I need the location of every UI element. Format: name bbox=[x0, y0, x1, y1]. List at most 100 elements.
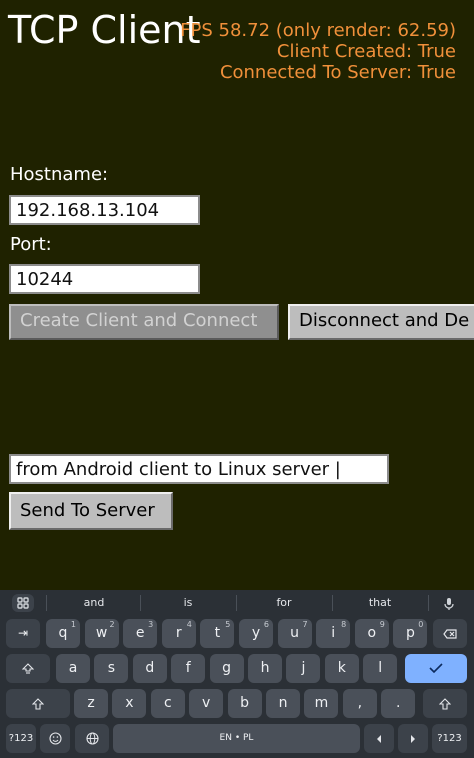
space-bar[interactable]: EN • PL bbox=[113, 724, 360, 753]
key-k[interactable]: k bbox=[324, 654, 359, 683]
suggestion-1[interactable]: and bbox=[48, 593, 140, 613]
key-b[interactable]: b bbox=[227, 689, 262, 718]
hostname-label: Hostname: bbox=[10, 164, 109, 185]
key-p-hint: 0 bbox=[418, 620, 424, 629]
key-o-label: o bbox=[367, 625, 377, 641]
key-u-label: u bbox=[290, 625, 300, 641]
key-p-label: p bbox=[405, 625, 415, 641]
key-t-hint: 5 bbox=[225, 620, 231, 629]
globe-icon[interactable] bbox=[75, 724, 109, 753]
key-j[interactable]: j bbox=[286, 654, 321, 683]
key-l-label: l bbox=[378, 660, 383, 676]
key-k-label: k bbox=[337, 660, 346, 676]
key-j-label: j bbox=[301, 660, 306, 676]
key-z[interactable]: z bbox=[74, 689, 108, 718]
key-g[interactable]: g bbox=[209, 654, 244, 683]
key-i[interactable]: i8 bbox=[316, 619, 351, 648]
key-comma[interactable]: , bbox=[342, 689, 377, 718]
key-comma-label: , bbox=[357, 695, 363, 711]
key-t[interactable]: t5 bbox=[200, 619, 235, 648]
key-c[interactable]: c bbox=[150, 689, 185, 718]
key-r[interactable]: r4 bbox=[161, 619, 196, 648]
key-d-label: d bbox=[145, 660, 155, 676]
create-client-button[interactable]: Create Client and Connect bbox=[9, 304, 279, 340]
emoji-key[interactable] bbox=[40, 724, 70, 753]
keyboard-row-2: asdfghjkl bbox=[0, 654, 474, 683]
key-y-label: y bbox=[251, 625, 261, 641]
key-r-hint: 4 bbox=[186, 620, 192, 629]
key-s-label: s bbox=[107, 660, 116, 676]
hostname-input[interactable]: 192.168.13.104 bbox=[9, 195, 200, 225]
key-a-label: a bbox=[68, 660, 78, 676]
key-f[interactable]: f bbox=[171, 654, 206, 683]
cursor-left-key[interactable] bbox=[364, 724, 394, 753]
key-w-hint: 2 bbox=[109, 620, 115, 629]
key-q-hint: 1 bbox=[70, 620, 76, 629]
enter-key[interactable] bbox=[405, 654, 467, 683]
symbols-key[interactable]: ?123 bbox=[6, 724, 36, 753]
shift-key-right[interactable] bbox=[423, 689, 467, 718]
key-p[interactable]: p0 bbox=[393, 619, 428, 648]
key-l[interactable]: l bbox=[363, 654, 398, 683]
key-h[interactable]: h bbox=[248, 654, 282, 683]
shift-key-left[interactable] bbox=[6, 689, 70, 718]
suggestion-3[interactable]: for bbox=[238, 593, 330, 613]
key-q[interactable]: q1 bbox=[46, 619, 80, 648]
keyboard-row-3: z x c v b n m,. bbox=[0, 689, 474, 718]
key-t-label: t bbox=[214, 625, 221, 641]
app-canvas: TCP Client FPS 58.72 (only render: 62.59… bbox=[0, 0, 474, 590]
key-n-label: n bbox=[278, 695, 288, 711]
port-input[interactable]: 10244 bbox=[9, 264, 200, 294]
key-x-label: x bbox=[125, 695, 134, 711]
microphone-icon[interactable] bbox=[443, 596, 455, 615]
key-v-label: v bbox=[202, 695, 211, 711]
symbols-key-right[interactable]: ?123 bbox=[432, 724, 467, 753]
key-n[interactable]: n bbox=[266, 689, 300, 718]
cursor-right-key[interactable] bbox=[398, 724, 428, 753]
key-x[interactable]: x bbox=[112, 689, 147, 718]
key-g-label: g bbox=[222, 660, 232, 676]
key-i-label: i bbox=[331, 625, 336, 641]
key-e[interactable]: e3 bbox=[123, 619, 158, 648]
key-i-hint: 8 bbox=[341, 620, 347, 629]
key-r-label: r bbox=[175, 625, 182, 641]
fps-readout: FPS 58.72 (only render: 62.59) bbox=[180, 20, 456, 41]
key-y-hint: 6 bbox=[263, 620, 269, 629]
key-s[interactable]: s bbox=[94, 654, 129, 683]
key-o-hint: 9 bbox=[379, 620, 385, 629]
key-h-label: h bbox=[260, 660, 270, 676]
key-e-label: e bbox=[135, 625, 145, 641]
key-o[interactable]: o9 bbox=[354, 619, 389, 648]
keyboard-row-1: ⇥ q1w2e3r4t5y6u7i8o9p0 bbox=[0, 619, 474, 648]
key-u[interactable]: u7 bbox=[277, 619, 312, 648]
on-screen-keyboard: and is for that ⇥ q1w2e3r4t5y6u7i8o9p0 a… bbox=[0, 590, 474, 758]
caps-lock-key[interactable] bbox=[6, 654, 50, 683]
key-e-hint: 3 bbox=[148, 620, 154, 629]
key-period-label: . bbox=[395, 695, 401, 711]
key-f-label: f bbox=[185, 660, 191, 676]
key-q-label: q bbox=[58, 625, 68, 641]
status-panel: FPS 58.72 (only render: 62.59) Client Cr… bbox=[180, 20, 456, 83]
backspace-key[interactable] bbox=[433, 619, 467, 648]
port-label: Port: bbox=[10, 234, 52, 255]
tab-key[interactable]: ⇥ bbox=[6, 619, 40, 648]
key-v[interactable]: v bbox=[189, 689, 224, 718]
app-title: TCP Client bbox=[8, 8, 201, 52]
key-c-label: c bbox=[163, 695, 172, 711]
key-w-label: w bbox=[95, 625, 108, 641]
key-d[interactable]: d bbox=[132, 654, 167, 683]
key-m[interactable]: m bbox=[304, 689, 339, 718]
client-created-status: Client Created: True bbox=[276, 41, 456, 62]
key-w[interactable]: w2 bbox=[84, 619, 119, 648]
message-input[interactable]: from Android client to Linux server | bbox=[9, 454, 389, 484]
send-to-server-button[interactable]: Send To Server bbox=[9, 492, 173, 530]
connected-status: Connected To Server: True bbox=[219, 62, 456, 83]
key-a[interactable]: a bbox=[56, 654, 90, 683]
key-u-hint: 7 bbox=[302, 620, 308, 629]
key-y[interactable]: y6 bbox=[239, 619, 273, 648]
key-period[interactable]: . bbox=[381, 689, 416, 718]
apps-grid-icon[interactable] bbox=[12, 594, 34, 612]
keyboard-row-4: ?123 EN • PL ?123 bbox=[0, 724, 474, 753]
disconnect-button[interactable]: Disconnect and De bbox=[288, 304, 474, 340]
key-m-label: m bbox=[314, 695, 329, 711]
